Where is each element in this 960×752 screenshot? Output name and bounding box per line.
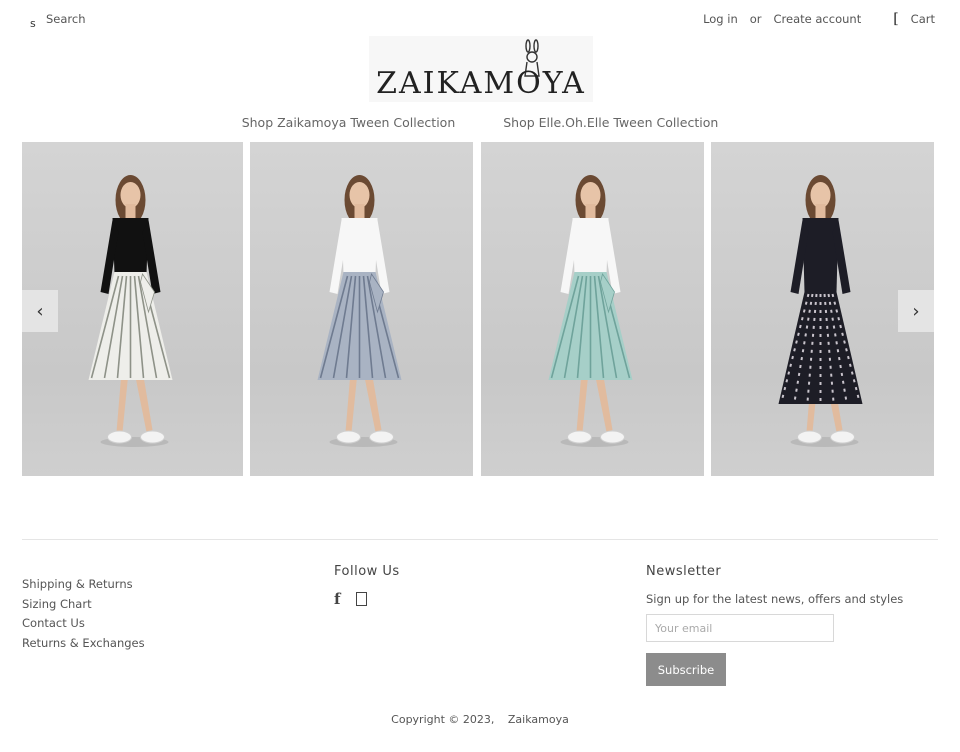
footer-link-sizing-chart[interactable]: Sizing Chart [22,595,145,615]
cart-icon: [ [893,11,899,27]
or-separator: or [749,12,762,26]
cart-link[interactable]: [ Cart [893,12,935,26]
carousel-prev-button[interactable]: ‹ [22,290,58,332]
model-photo-image [317,175,402,447]
subscribe-button[interactable]: Subscribe [646,653,726,686]
chevron-left-icon: ‹ [36,300,44,322]
product-carousel: ‹ › [22,142,934,476]
create-account-link[interactable]: Create account [774,12,862,26]
footer-link-returns-exchanges[interactable]: Returns & Exchanges [22,634,145,654]
carousel-slide[interactable] [250,142,473,476]
chevron-right-icon: › [912,300,920,322]
logo-wordmark: ZAIKAMOYA [376,66,586,101]
instagram-icon[interactable] [356,592,367,606]
newsletter-heading: Newsletter [646,564,722,579]
copyright-brand-link[interactable]: Zaikamoya [508,713,569,726]
social-links: f [334,590,400,608]
copyright: Copyright © 2023, Zaikamoya [0,713,960,726]
newsletter-description: Sign up for the latest news, offers and … [646,592,904,606]
main-nav: Shop Zaikamoya Tween Collection Shop Ell… [0,115,960,130]
follow-us-heading: Follow Us [334,564,400,579]
footer-links: Shipping & Returns Sizing Chart Contact … [22,575,145,653]
site-logo[interactable]: ZAIKAMOYA [369,36,593,102]
carousel-next-button[interactable]: › [898,290,934,332]
footer-divider [22,539,938,540]
account-links: Log in or Create account [ Cart [703,12,935,26]
copyright-text: Copyright © 2023, [391,713,495,726]
newsletter-section: Newsletter Sign up for the latest news, … [646,564,936,686]
model-photo-image [548,175,633,447]
follow-us-section: Follow Us f [334,564,400,608]
search-bar: s [30,8,166,30]
email-field[interactable] [646,614,834,642]
footer-link-shipping-returns[interactable]: Shipping & Returns [22,575,145,595]
cart-label: Cart [910,12,935,26]
nav-item-elle-oh-elle-tween[interactable]: Shop Elle.Oh.Elle Tween Collection [503,115,718,130]
search-input[interactable] [46,12,166,26]
search-icon[interactable]: s [30,17,44,30]
login-link[interactable]: Log in [703,12,738,26]
nav-item-zaikamoya-tween[interactable]: Shop Zaikamoya Tween Collection [242,115,456,130]
footer-link-contact-us[interactable]: Contact Us [22,614,145,634]
carousel-slide[interactable] [481,142,704,476]
